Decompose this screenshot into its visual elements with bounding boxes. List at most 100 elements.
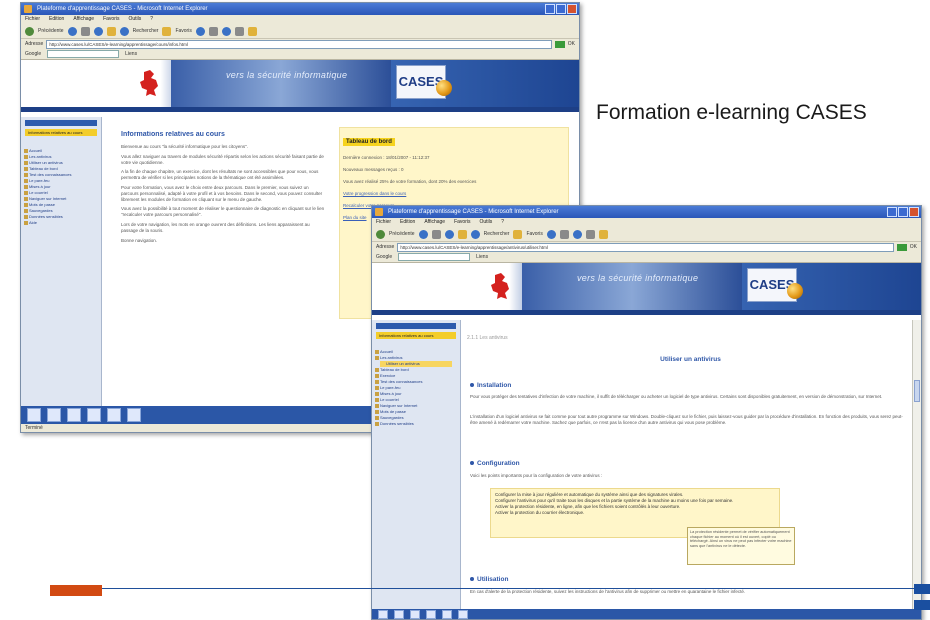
menu-file[interactable]: Fichier: [25, 15, 40, 24]
minimize-button[interactable]: [887, 207, 897, 217]
browser-toolbar: Précédente Rechercher Favoris: [21, 24, 579, 39]
home-nav-icon[interactable]: [27, 408, 41, 422]
google-search-input[interactable]: [398, 253, 471, 261]
folder-icon: [24, 203, 28, 207]
section-title-configuration: Configuration: [470, 460, 520, 467]
media-icon[interactable]: [195, 26, 205, 36]
menu-edit[interactable]: Edition: [400, 218, 415, 227]
folder-icon: [24, 173, 28, 177]
sidebar-item[interactable]: Aide: [21, 220, 101, 226]
help-nav-icon[interactable]: [87, 408, 101, 422]
sidebar-item[interactable]: Données sensibles: [372, 421, 460, 427]
sidebar-item-course-info[interactable]: Informations relatives au cours: [376, 332, 456, 339]
menu-help[interactable]: ?: [501, 218, 504, 227]
menu-help[interactable]: ?: [150, 15, 153, 24]
links-bar: Google Liens: [21, 49, 579, 60]
slide-caption: Formation e-learning CASES: [596, 101, 867, 124]
menu-view[interactable]: Affichage: [424, 218, 445, 227]
refresh-icon[interactable]: [444, 229, 454, 239]
print-nav-icon[interactable]: [127, 408, 141, 422]
section-paragraph: Pour vous protéger des tentatives d'infe…: [470, 394, 883, 399]
search-icon[interactable]: [470, 229, 480, 239]
address-input[interactable]: http://www.cases.lu/CASES/e-learning/app…: [397, 242, 894, 252]
folder-icon: [375, 380, 379, 384]
help-nav-icon[interactable]: [426, 609, 436, 619]
progress-text: Vous avez réalisé 25% de votre formation…: [343, 179, 477, 184]
menu-tools[interactable]: Outils: [479, 218, 492, 227]
menu-view[interactable]: Affichage: [73, 15, 94, 24]
go-button[interactable]: [554, 40, 565, 48]
ie-app-icon: [375, 208, 383, 216]
banner-slogan: vers la sécurité informatique: [226, 70, 348, 80]
back-label: Précédente: [38, 28, 64, 34]
history-icon[interactable]: [208, 26, 218, 36]
mail-icon[interactable]: [572, 229, 582, 239]
print-nav-icon[interactable]: [458, 609, 468, 619]
close-button[interactable]: [567, 4, 577, 14]
home-nav-icon[interactable]: [378, 609, 388, 619]
progress-link[interactable]: Votre progression dans le cours: [343, 191, 565, 196]
folder-icon: [375, 350, 379, 354]
menu-nav-icon[interactable]: [394, 609, 404, 619]
favorites-label: Favoris: [526, 231, 543, 237]
window-titlebar: Plateforme d'apprentissage CASES - Micro…: [372, 206, 921, 218]
folder-icon: [24, 209, 28, 213]
folder-icon: [375, 386, 379, 390]
page-icon: [375, 368, 379, 372]
site-banner: vers la sécurité informatique CASES: [21, 60, 579, 107]
links-bar: Google Liens: [372, 252, 921, 263]
search-icon[interactable]: [119, 26, 129, 36]
page-title: Utiliser un antivirus: [660, 356, 721, 363]
close-button[interactable]: [909, 207, 919, 217]
menu-file[interactable]: Fichier: [376, 218, 391, 227]
menu-edit[interactable]: Edition: [49, 15, 64, 24]
folder-icon: [375, 356, 379, 360]
forward-icon[interactable]: [418, 229, 428, 239]
favorites-icon[interactable]: [162, 26, 172, 36]
favorites-icon[interactable]: [513, 229, 523, 239]
home-icon[interactable]: [457, 229, 467, 239]
maximize-button[interactable]: [556, 4, 566, 14]
content-paragraph: Lors de votre navigation, les mots en or…: [121, 221, 310, 233]
notes-nav-icon[interactable]: [107, 408, 121, 422]
sidebar-header: [25, 120, 97, 126]
folder-icon[interactable]: [247, 26, 257, 36]
back-icon[interactable]: [376, 229, 385, 239]
menu-tools[interactable]: Outils: [128, 15, 141, 24]
home-icon[interactable]: [106, 26, 116, 36]
glossary-nav-icon[interactable]: [410, 609, 420, 619]
print-icon[interactable]: [585, 229, 595, 239]
address-bar: Adresse http://www.cases.lu/CASES/e-lear…: [21, 39, 579, 49]
google-label: Google: [25, 51, 42, 57]
menu-favorites[interactable]: Favoris: [454, 218, 470, 227]
scrollbar-thumb[interactable]: [914, 380, 920, 402]
history-icon[interactable]: [559, 229, 569, 239]
stop-icon[interactable]: [431, 229, 441, 239]
media-icon[interactable]: [546, 229, 556, 239]
glossary-nav-icon[interactable]: [67, 408, 81, 422]
links-label: Liens: [476, 254, 489, 260]
messages-count: Nouveaux messages reçus : 0: [343, 167, 404, 172]
forward-icon[interactable]: [67, 26, 77, 36]
vertical-scrollbar[interactable]: [912, 320, 921, 609]
menu-favorites[interactable]: Favoris: [103, 15, 119, 24]
google-search-input[interactable]: [47, 50, 120, 58]
print-icon[interactable]: [234, 26, 244, 36]
go-button[interactable]: [896, 243, 907, 251]
back-label: Précédente: [389, 231, 415, 237]
maximize-button[interactable]: [898, 207, 908, 217]
minimize-button[interactable]: [545, 4, 555, 14]
course-sidebar: Informations relatives au cours Accueil …: [21, 117, 102, 424]
page-body: Informations relatives au cours Accueil …: [372, 320, 921, 619]
address-input[interactable]: http://www.cases.lu/CASES/e-learning/app…: [46, 39, 552, 49]
back-icon[interactable]: [25, 26, 34, 36]
refresh-icon[interactable]: [93, 26, 103, 36]
notes-nav-icon[interactable]: [442, 609, 452, 619]
stop-icon[interactable]: [80, 26, 90, 36]
sidebar-item-course-info[interactable]: Informations relatives au cours: [25, 129, 97, 136]
folder-icon[interactable]: [598, 229, 608, 239]
menu-nav-icon[interactable]: [47, 408, 61, 422]
search-label: Rechercher: [483, 231, 510, 237]
mail-icon[interactable]: [221, 26, 231, 36]
footer-tab: [914, 584, 930, 594]
